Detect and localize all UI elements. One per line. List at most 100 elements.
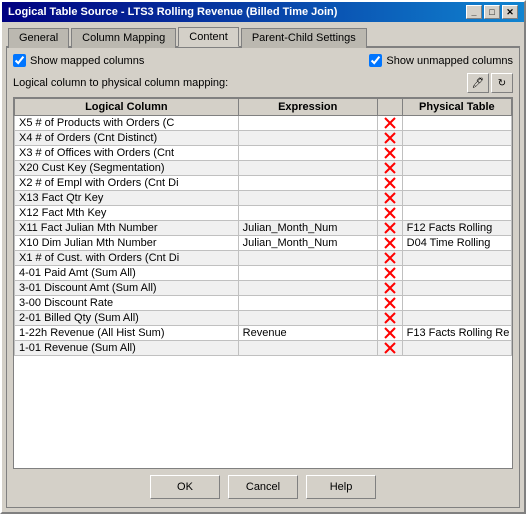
cell-logical: X2 # of Empl with Orders (Cnt Di: [15, 176, 239, 191]
table-row: 1-22h Revenue (All Hist Sum)RevenueF13 F…: [15, 326, 512, 341]
cell-x-mark[interactable]: [377, 266, 402, 281]
maximize-button[interactable]: □: [484, 5, 500, 19]
cell-physical: F12 Facts Rolling: [402, 221, 511, 236]
show-unmapped-label[interactable]: Show unmapped columns: [369, 54, 513, 67]
table-row: X12 Fact Mth Key: [15, 206, 512, 221]
table-row: X4 # of Orders (Cnt Distinct): [15, 131, 512, 146]
cell-expression: [238, 116, 377, 131]
cell-physical: [402, 116, 511, 131]
main-window: Logical Table Source - LTS3 Rolling Reve…: [0, 0, 526, 514]
cell-x-mark[interactable]: [377, 281, 402, 296]
mapping-table-container[interactable]: Logical Column Expression Physical Table…: [13, 97, 513, 469]
cell-expression: [238, 266, 377, 281]
tab-general[interactable]: General: [8, 28, 69, 48]
cell-logical: 3-01 Discount Amt (Sum All): [15, 281, 239, 296]
refresh-icon-button[interactable]: ↻: [491, 73, 513, 93]
cell-expression: [238, 131, 377, 146]
cell-expression: [238, 281, 377, 296]
title-bar-buttons: _ □ ✕: [466, 5, 518, 19]
show-mapped-checkbox[interactable]: [13, 54, 26, 67]
cell-expression: Julian_Month_Num: [238, 236, 377, 251]
cell-x-mark[interactable]: [377, 341, 402, 356]
edit-icon: 🖊: [472, 78, 485, 89]
cell-x-mark[interactable]: [377, 176, 402, 191]
cell-logical: 2-01 Billed Qty (Sum All): [15, 311, 239, 326]
cell-x-mark[interactable]: [377, 161, 402, 176]
cell-physical: [402, 281, 511, 296]
x-icon: [382, 117, 398, 129]
x-icon: [382, 132, 398, 144]
x-icon: [382, 237, 398, 249]
close-button[interactable]: ✕: [502, 5, 518, 19]
cell-logical: X12 Fact Mth Key: [15, 206, 239, 221]
x-icon: [382, 312, 398, 324]
mapping-table: Logical Column Expression Physical Table…: [14, 98, 512, 356]
cell-physical: [402, 296, 511, 311]
table-row: 3-00 Discount Rate: [15, 296, 512, 311]
table-row: X13 Fact Qtr Key: [15, 191, 512, 206]
cell-physical: [402, 161, 511, 176]
cell-x-mark[interactable]: [377, 116, 402, 131]
cell-physical: [402, 266, 511, 281]
x-icon: [382, 297, 398, 309]
table-header-row: Logical Column Expression Physical Table: [15, 99, 512, 116]
table-row: X11 Fact Julian Mth NumberJulian_Month_N…: [15, 221, 512, 236]
cell-expression: Julian_Month_Num: [238, 221, 377, 236]
cell-x-mark[interactable]: [377, 146, 402, 161]
minimize-button[interactable]: _: [466, 5, 482, 19]
tab-content[interactable]: Content: [178, 27, 239, 47]
x-icon: [382, 162, 398, 174]
cell-expression: Revenue: [238, 326, 377, 341]
cell-x-mark[interactable]: [377, 131, 402, 146]
table-row: X3 # of Offices with Orders (Cnt: [15, 146, 512, 161]
tab-bar: General Column Mapping Content Parent-Ch…: [2, 22, 524, 46]
x-icon: [382, 282, 398, 294]
cell-expression: [238, 161, 377, 176]
cell-logical: X10 Dim Julian Mth Number: [15, 236, 239, 251]
cell-physical: [402, 311, 511, 326]
cell-logical: 1-22h Revenue (All Hist Sum): [15, 326, 239, 341]
header-expression: Expression: [238, 99, 377, 116]
cell-expression: [238, 206, 377, 221]
help-button[interactable]: Help: [306, 475, 376, 499]
table-body: X5 # of Products with Orders (CX4 # of O…: [15, 116, 512, 356]
header-physical: Physical Table: [402, 99, 511, 116]
cell-x-mark[interactable]: [377, 221, 402, 236]
ok-button[interactable]: OK: [150, 475, 220, 499]
show-unmapped-checkbox[interactable]: [369, 54, 382, 67]
cell-logical: 4-01 Paid Amt (Sum All): [15, 266, 239, 281]
cell-x-mark[interactable]: [377, 326, 402, 341]
cell-physical: D04 Time Rolling: [402, 236, 511, 251]
show-mapped-label[interactable]: Show mapped columns: [13, 54, 144, 67]
cell-physical: [402, 191, 511, 206]
cell-logical: X5 # of Products with Orders (C: [15, 116, 239, 131]
cell-logical: X3 # of Offices with Orders (Cnt: [15, 146, 239, 161]
icon-buttons: 🖊 ↻: [467, 73, 513, 93]
table-row: X1 # of Cust. with Orders (Cnt Di: [15, 251, 512, 266]
cell-x-mark[interactable]: [377, 311, 402, 326]
cell-expression: [238, 176, 377, 191]
cell-x-mark[interactable]: [377, 236, 402, 251]
tab-column-mapping[interactable]: Column Mapping: [71, 28, 176, 48]
table-row: 1-01 Revenue (Sum All): [15, 341, 512, 356]
edit-icon-button[interactable]: 🖊: [467, 73, 489, 93]
tab-parent-child[interactable]: Parent-Child Settings: [241, 28, 367, 48]
cell-physical: [402, 206, 511, 221]
cell-physical: [402, 341, 511, 356]
x-icon: [382, 192, 398, 204]
header-x: [377, 99, 402, 116]
cell-physical: [402, 251, 511, 266]
cell-expression: [238, 191, 377, 206]
x-icon: [382, 267, 398, 279]
cell-x-mark[interactable]: [377, 296, 402, 311]
x-icon: [382, 177, 398, 189]
cell-expression: [238, 341, 377, 356]
cell-physical: [402, 146, 511, 161]
x-icon: [382, 222, 398, 234]
cell-expression: [238, 311, 377, 326]
cell-x-mark[interactable]: [377, 206, 402, 221]
cancel-button[interactable]: Cancel: [228, 475, 298, 499]
table-row: X2 # of Empl with Orders (Cnt Di: [15, 176, 512, 191]
cell-x-mark[interactable]: [377, 191, 402, 206]
cell-x-mark[interactable]: [377, 251, 402, 266]
